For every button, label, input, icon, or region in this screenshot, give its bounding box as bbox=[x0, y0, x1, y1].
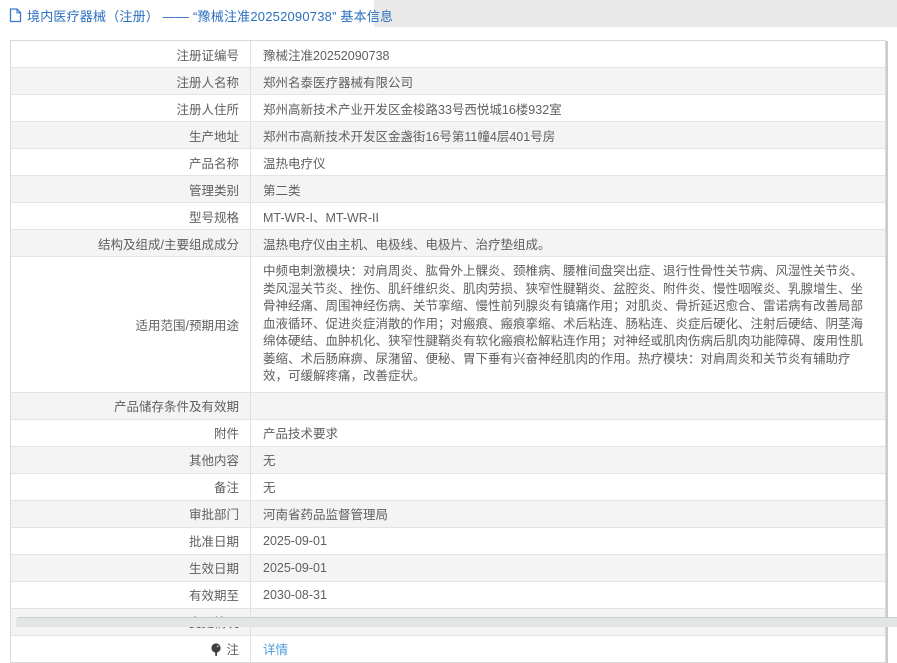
row-label: 生产地址 bbox=[11, 122, 251, 148]
row-registration-number: 注册证编号 豫械注准20252090738 bbox=[11, 41, 885, 68]
row-label: 其他内容 bbox=[11, 447, 251, 473]
registration-table: 注册证编号 豫械注准20252090738 注册人名称 郑州名泰医疗器械有限公司… bbox=[10, 40, 886, 663]
row-scope-of-application: 适用范围/预期用途 中频电刺激模块：对肩周炎、肱骨外上髁炎、颈椎病、腰椎间盘突出… bbox=[11, 257, 885, 393]
page-header: 境内医疗器械（注册） —— “豫械注准20252090738” 基本信息 bbox=[0, 0, 897, 31]
row-value: MT-WR-I、MT-WR-II bbox=[251, 203, 885, 229]
row-effective-date: 生效日期 2025-09-01 bbox=[11, 555, 885, 582]
row-value: 河南省药品监督管理局 bbox=[251, 501, 885, 527]
row-label: 附件 bbox=[11, 420, 251, 446]
row-management-category: 管理类别 第二类 bbox=[11, 176, 885, 203]
page-title: 境内医疗器械（注册） —— “豫械注准20252090738” 基本信息 bbox=[27, 6, 393, 25]
row-value: 中频电刺激模块：对肩周炎、肱骨外上髁炎、颈椎病、腰椎间盘突出症、退行性骨性关节病… bbox=[251, 257, 885, 392]
pin-icon bbox=[210, 643, 222, 657]
row-label: 产品储存条件及有效期 bbox=[11, 393, 251, 419]
row-label: 生效日期 bbox=[11, 555, 251, 581]
row-label: 产品名称 bbox=[11, 149, 251, 175]
row-label: 注册人住所 bbox=[11, 95, 251, 121]
row-remarks: 备注 无 bbox=[11, 474, 885, 501]
row-label: 注册人名称 bbox=[11, 68, 251, 94]
details-link[interactable]: 详情 bbox=[263, 639, 288, 658]
row-registrant-address: 注册人住所 郑州高新技术产业开发区金梭路33号西悦城16楼932室 bbox=[11, 95, 885, 122]
row-value: 详情 bbox=[251, 636, 885, 662]
footer-band bbox=[16, 617, 897, 627]
header-band bbox=[374, 0, 897, 27]
row-value: 豫械注准20252090738 bbox=[251, 41, 885, 67]
row-label: 有效期至 bbox=[11, 582, 251, 608]
row-label: 审批部门 bbox=[11, 501, 251, 527]
row-value: 无 bbox=[251, 474, 885, 500]
row-approval-date: 批准日期 2025-09-01 bbox=[11, 528, 885, 555]
row-label: 注 bbox=[11, 636, 251, 662]
row-value: 温热电疗仪 bbox=[251, 149, 885, 175]
row-production-address: 生产地址 郑州市高新技术开发区金盏街16号第11幢4层401号房 bbox=[11, 122, 885, 149]
row-structure-composition: 结构及组成/主要组成成分 温热电疗仪由主机、电极线、电极片、治疗垫组成。 bbox=[11, 230, 885, 257]
row-value: 郑州名泰医疗器械有限公司 bbox=[251, 68, 885, 94]
document-icon bbox=[9, 8, 22, 23]
row-model-spec: 型号规格 MT-WR-I、MT-WR-II bbox=[11, 203, 885, 230]
row-value bbox=[251, 393, 885, 419]
row-approval-department: 审批部门 河南省药品监督管理局 bbox=[11, 501, 885, 528]
row-label: 型号规格 bbox=[11, 203, 251, 229]
row-attachment: 附件 产品技术要求 bbox=[11, 420, 885, 447]
row-value: 温热电疗仪由主机、电极线、电极片、治疗垫组成。 bbox=[251, 230, 885, 256]
row-value: 产品技术要求 bbox=[251, 420, 885, 446]
row-other-content: 其他内容 无 bbox=[11, 447, 885, 474]
note-label-text: 注 bbox=[226, 639, 239, 658]
row-storage-conditions: 产品储存条件及有效期 bbox=[11, 393, 885, 420]
row-note: 注 详情 bbox=[11, 636, 885, 662]
row-value: 郑州高新技术产业开发区金梭路33号西悦城16楼932室 bbox=[251, 95, 885, 121]
row-label: 注册证编号 bbox=[11, 41, 251, 67]
row-value: 2025-09-01 bbox=[251, 555, 885, 581]
row-value: 2030-08-31 bbox=[251, 582, 885, 608]
row-label: 备注 bbox=[11, 474, 251, 500]
row-label: 管理类别 bbox=[11, 176, 251, 202]
row-value: 无 bbox=[251, 447, 885, 473]
row-registrant-name: 注册人名称 郑州名泰医疗器械有限公司 bbox=[11, 68, 885, 95]
row-value: 第二类 bbox=[251, 176, 885, 202]
row-product-name: 产品名称 温热电疗仪 bbox=[11, 149, 885, 176]
row-value: 2025-09-01 bbox=[251, 528, 885, 554]
row-label: 批准日期 bbox=[11, 528, 251, 554]
row-value: 郑州市高新技术开发区金盏街16号第11幢4层401号房 bbox=[251, 122, 885, 148]
row-label: 结构及组成/主要组成成分 bbox=[11, 230, 251, 256]
row-label: 适用范围/预期用途 bbox=[11, 257, 251, 392]
row-valid-until: 有效期至 2030-08-31 bbox=[11, 582, 885, 609]
